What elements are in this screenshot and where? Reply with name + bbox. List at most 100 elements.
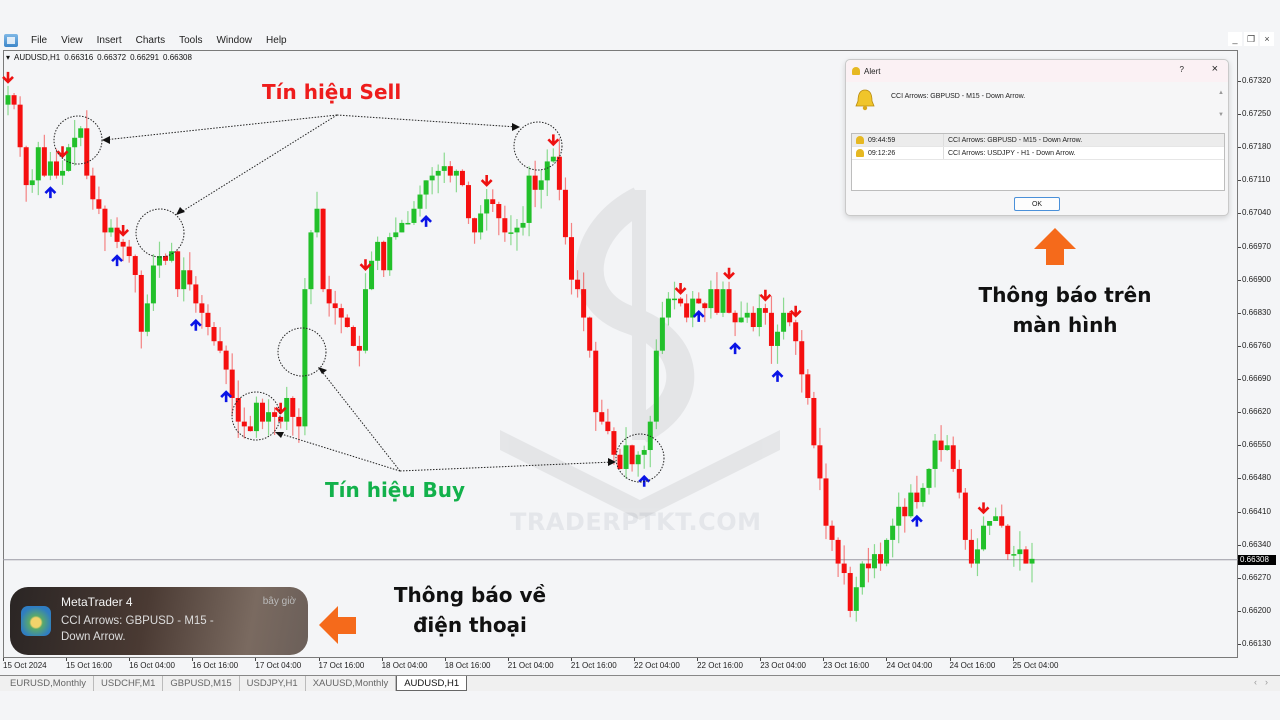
alert-row-text: CCI Arrows: USDJPY - H1 - Down Arrow. [948,149,1076,157]
minimize-button[interactable]: _ [1228,32,1242,46]
symbol-info: ▾ AUDUSD,H1 0.66316 0.66372 0.66291 0.66… [6,53,192,62]
tab-audusd-h1[interactable]: AUDUSD,H1 [396,676,468,691]
help-button[interactable]: ? [1180,65,1184,74]
time-label: 21 Oct 04:00 [507,661,554,670]
time-label: 17 Oct 04:00 [255,661,302,670]
price-label: 0.66550 [1242,440,1271,450]
price-tick [1238,147,1241,149]
menu-help[interactable]: Help [259,35,294,46]
time-label: 24 Oct 16:00 [949,661,996,670]
time-label: 23 Oct 04:00 [760,661,806,670]
price-tick [1238,81,1241,82]
price-label: 0.66970 [1242,241,1271,251]
menu-view[interactable]: View [54,35,90,46]
bell-icon [852,67,860,75]
ohlc-high: 0.66372 [97,53,127,62]
alert-row[interactable]: 09:44:59 CCI Arrows: GBPUSD - M15 - Down… [852,134,1224,147]
price-label: 0.67110 [1242,175,1271,185]
price-label: 0.66270 [1242,572,1271,582]
tab-usdjpy-h1[interactable]: USDJPY,H1 [240,676,306,691]
time-label: 18 Oct 04:00 [381,661,428,670]
tab-scroll: ‹ › [1254,677,1268,687]
bell-icon [856,149,864,157]
bell-large-icon [855,89,875,111]
price-label: 0.66760 [1242,340,1271,350]
price-tick [1238,213,1241,215]
price-label: 0.67180 [1242,142,1271,152]
alert-row-time: 09:44:59 [868,136,896,144]
ohlc-close: 0.66308 [163,53,192,62]
price-label: 0.67250 [1242,109,1271,119]
buy-signal-label: Tín hiệu Buy [325,478,466,502]
price-tick [1238,246,1241,248]
menu-charts[interactable]: Charts [129,35,172,46]
time-label: 16 Oct 04:00 [129,661,175,670]
time-label: 25 Oct 04:00 [1012,661,1059,670]
price-tick [1238,279,1241,281]
close-button[interactable]: × [1260,32,1274,46]
current-price-label: 0.66308 [1238,554,1276,565]
watermark: TRADERPTKT.COM [510,508,762,536]
price-tick [1238,379,1241,381]
price-label: 0.66690 [1242,374,1271,384]
price-axis: 0.67320 0.67250 0.67180 0.67110 0.67040 0.669… [1238,50,1280,658]
menu-window[interactable]: Window [209,35,259,46]
tab-gbpusd-m15[interactable]: GBPUSD,M15 [163,676,240,691]
price-label: 0.66620 [1242,407,1271,417]
restore-button[interactable]: ❐ [1244,32,1258,46]
mt4-app-icon [4,33,18,47]
price-tick [1238,412,1241,414]
alert-row-time: 09:12:26 [868,149,896,157]
screen-notification-label: Thông báo trên màn hình [978,283,1152,337]
time-label: 23 Oct 16:00 [823,661,870,670]
time-label: 21 Oct 16:00 [570,661,617,670]
price-tick [1238,445,1241,447]
alert-titlebar: Alert [846,60,1228,82]
time-label: 15 Oct 16:00 [66,661,112,670]
price-label: 0.67320 [1242,76,1271,85]
sell-signal-label: Tín hiệu Sell [262,80,402,104]
ok-button[interactable]: OK [1014,197,1060,211]
tab-eurusd-monthly[interactable]: EURUSD,Monthly [3,676,95,691]
time-label: 16 Oct 16:00 [192,661,239,670]
bell-icon [856,136,864,144]
price-label: 0.66410 [1242,506,1271,516]
menu-file[interactable]: File [24,35,54,46]
ohlc-open: 0.66316 [64,53,94,62]
price-tick [1238,544,1241,546]
price-tick [1238,312,1241,314]
alert-row[interactable]: 09:12:26 CCI Arrows: USDJPY - H1 - Down … [852,147,1224,160]
price-tick [1238,478,1241,480]
scroll-right-icon[interactable]: › [1265,677,1268,687]
tab-usdchf-m1[interactable]: USDCHF,M1 [94,676,164,691]
time-axis: 15 Oct 2024 15 Oct 16:00 16 Oct 04:00 16 Oc… [3,658,1238,674]
price-label: 0.66900 [1242,274,1271,284]
price-tick [1238,114,1241,116]
time-label: 22 Oct 04:00 [634,661,680,670]
phone-notification[interactable]: MetaTrader 4 bây giờ CCI Arrows: GBPUSD … [10,587,308,655]
time-label: 15 Oct 2024 [3,661,47,670]
collapse-triangle-icon[interactable]: ▾ [6,53,10,62]
alert-row-text: CCI Arrows: GBPUSD - M15 - Down Arrow. [948,136,1083,144]
time-label: 17 Oct 16:00 [318,661,365,670]
notification-body: CCI Arrows: GBPUSD - M15 - Down Arrow. [61,615,214,643]
price-tick [1238,610,1241,612]
price-tick [1238,577,1241,579]
symbol-name: AUDUSD,H1 [14,53,61,62]
scroll-left-icon[interactable]: ‹ [1254,677,1257,687]
price-tick [1238,180,1241,182]
menu-tools[interactable]: Tools [172,35,209,46]
chart-tabs: EURUSD,Monthly USDCHF,M1 GBPUSD,M15 USDJPY,… [0,675,1280,691]
alert-scrollbar[interactable]: ▲ ▼ [1218,90,1224,118]
price-label: 0.66480 [1242,473,1271,483]
price-label: 0.66340 [1242,539,1271,549]
ohlc-low: 0.66291 [130,53,160,62]
tab-xauusd-monthly[interactable]: XAUUSD,Monthly [306,676,397,691]
menu-insert[interactable]: Insert [90,35,129,46]
time-label: 24 Oct 04:00 [886,661,933,670]
alert-close-button[interactable]: × [1212,63,1218,75]
menu-bar: File View Insert Charts Tools Window Hel… [0,30,1280,50]
price-label: 0.67040 [1242,208,1271,218]
notification-time: bây giờ [262,596,296,607]
alert-history-list: 09:44:59 CCI Arrows: GBPUSD - M15 - Down… [851,133,1225,191]
